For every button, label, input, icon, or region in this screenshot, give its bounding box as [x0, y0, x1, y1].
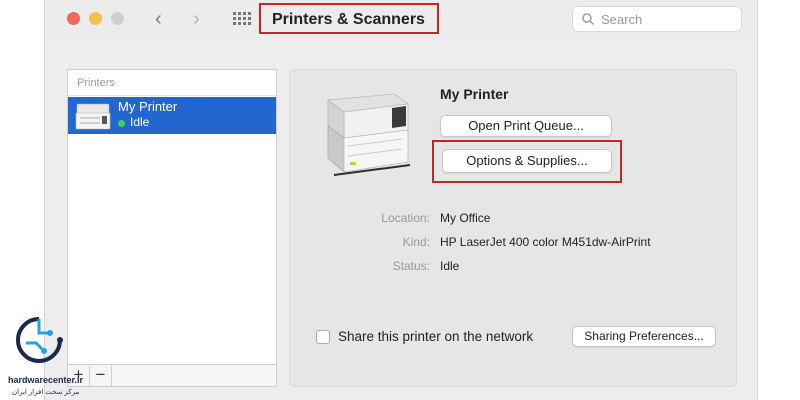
status-dot-icon [118, 120, 125, 127]
sharing-preferences-button[interactable]: Sharing Preferences... [572, 326, 716, 347]
printer-name: My Printer [118, 99, 178, 114]
share-printer-checkbox[interactable] [316, 330, 330, 344]
options-highlight-box: Options & Supplies... [432, 140, 622, 183]
printer-list-controls: + − [67, 365, 277, 387]
title-highlight-box: Printers & Scanners [259, 3, 439, 34]
title-bar: ‹ › Printers & Scanners Search [45, 0, 757, 40]
printers-scanners-window: ‹ › Printers & Scanners Search Printers [44, 0, 758, 400]
zoom-window-button[interactable] [111, 12, 124, 25]
status-value: Idle [440, 259, 460, 273]
printer-list-header: Printers [77, 77, 115, 89]
logo-tagline: مرکز سخت افزار ایران [12, 389, 80, 396]
close-window-button[interactable] [67, 12, 80, 25]
detail-printer-name: My Printer [440, 86, 509, 102]
printer-detail-panel: My Printer Open Print Queue... Options &… [289, 69, 737, 387]
kind-label: Kind: [402, 235, 430, 249]
printer-list: Printers My Printer Idle [67, 69, 277, 365]
printer-image-icon [326, 93, 410, 176]
show-all-grid-icon[interactable] [233, 12, 251, 26]
forward-chevron-icon[interactable]: › [193, 8, 200, 30]
remove-printer-button[interactable]: − [90, 365, 112, 386]
printer-status: Idle [130, 115, 150, 129]
search-icon [582, 13, 594, 25]
share-printer-label[interactable]: Share this printer on the network [338, 329, 533, 344]
status-label: Status: [392, 259, 430, 273]
minimize-window-button[interactable] [89, 12, 102, 25]
location-label: Location: [381, 211, 430, 225]
back-chevron-icon[interactable]: ‹ [155, 8, 162, 30]
circuit-logo-icon [16, 317, 63, 363]
search-placeholder: Search [601, 12, 643, 27]
open-print-queue-button[interactable]: Open Print Queue... [440, 115, 612, 137]
printer-thumbnail-icon [75, 103, 111, 130]
printer-list-item-my-printer[interactable]: My Printer Idle [68, 97, 276, 134]
location-value: My Office [440, 211, 491, 225]
window-title: Printers & Scanners [272, 11, 425, 28]
list-divider [68, 95, 276, 96]
search-field[interactable]: Search [572, 6, 742, 32]
options-supplies-button[interactable]: Options & Supplies... [442, 149, 612, 173]
logo-site-name: hardwarecenter.ir [8, 375, 84, 385]
kind-value: HP LaserJet 400 color M451dw-AirPrint [440, 235, 651, 249]
hardwarecenter-logo: hardwarecenter.ir مرکز سخت افزار ایران [2, 313, 88, 398]
